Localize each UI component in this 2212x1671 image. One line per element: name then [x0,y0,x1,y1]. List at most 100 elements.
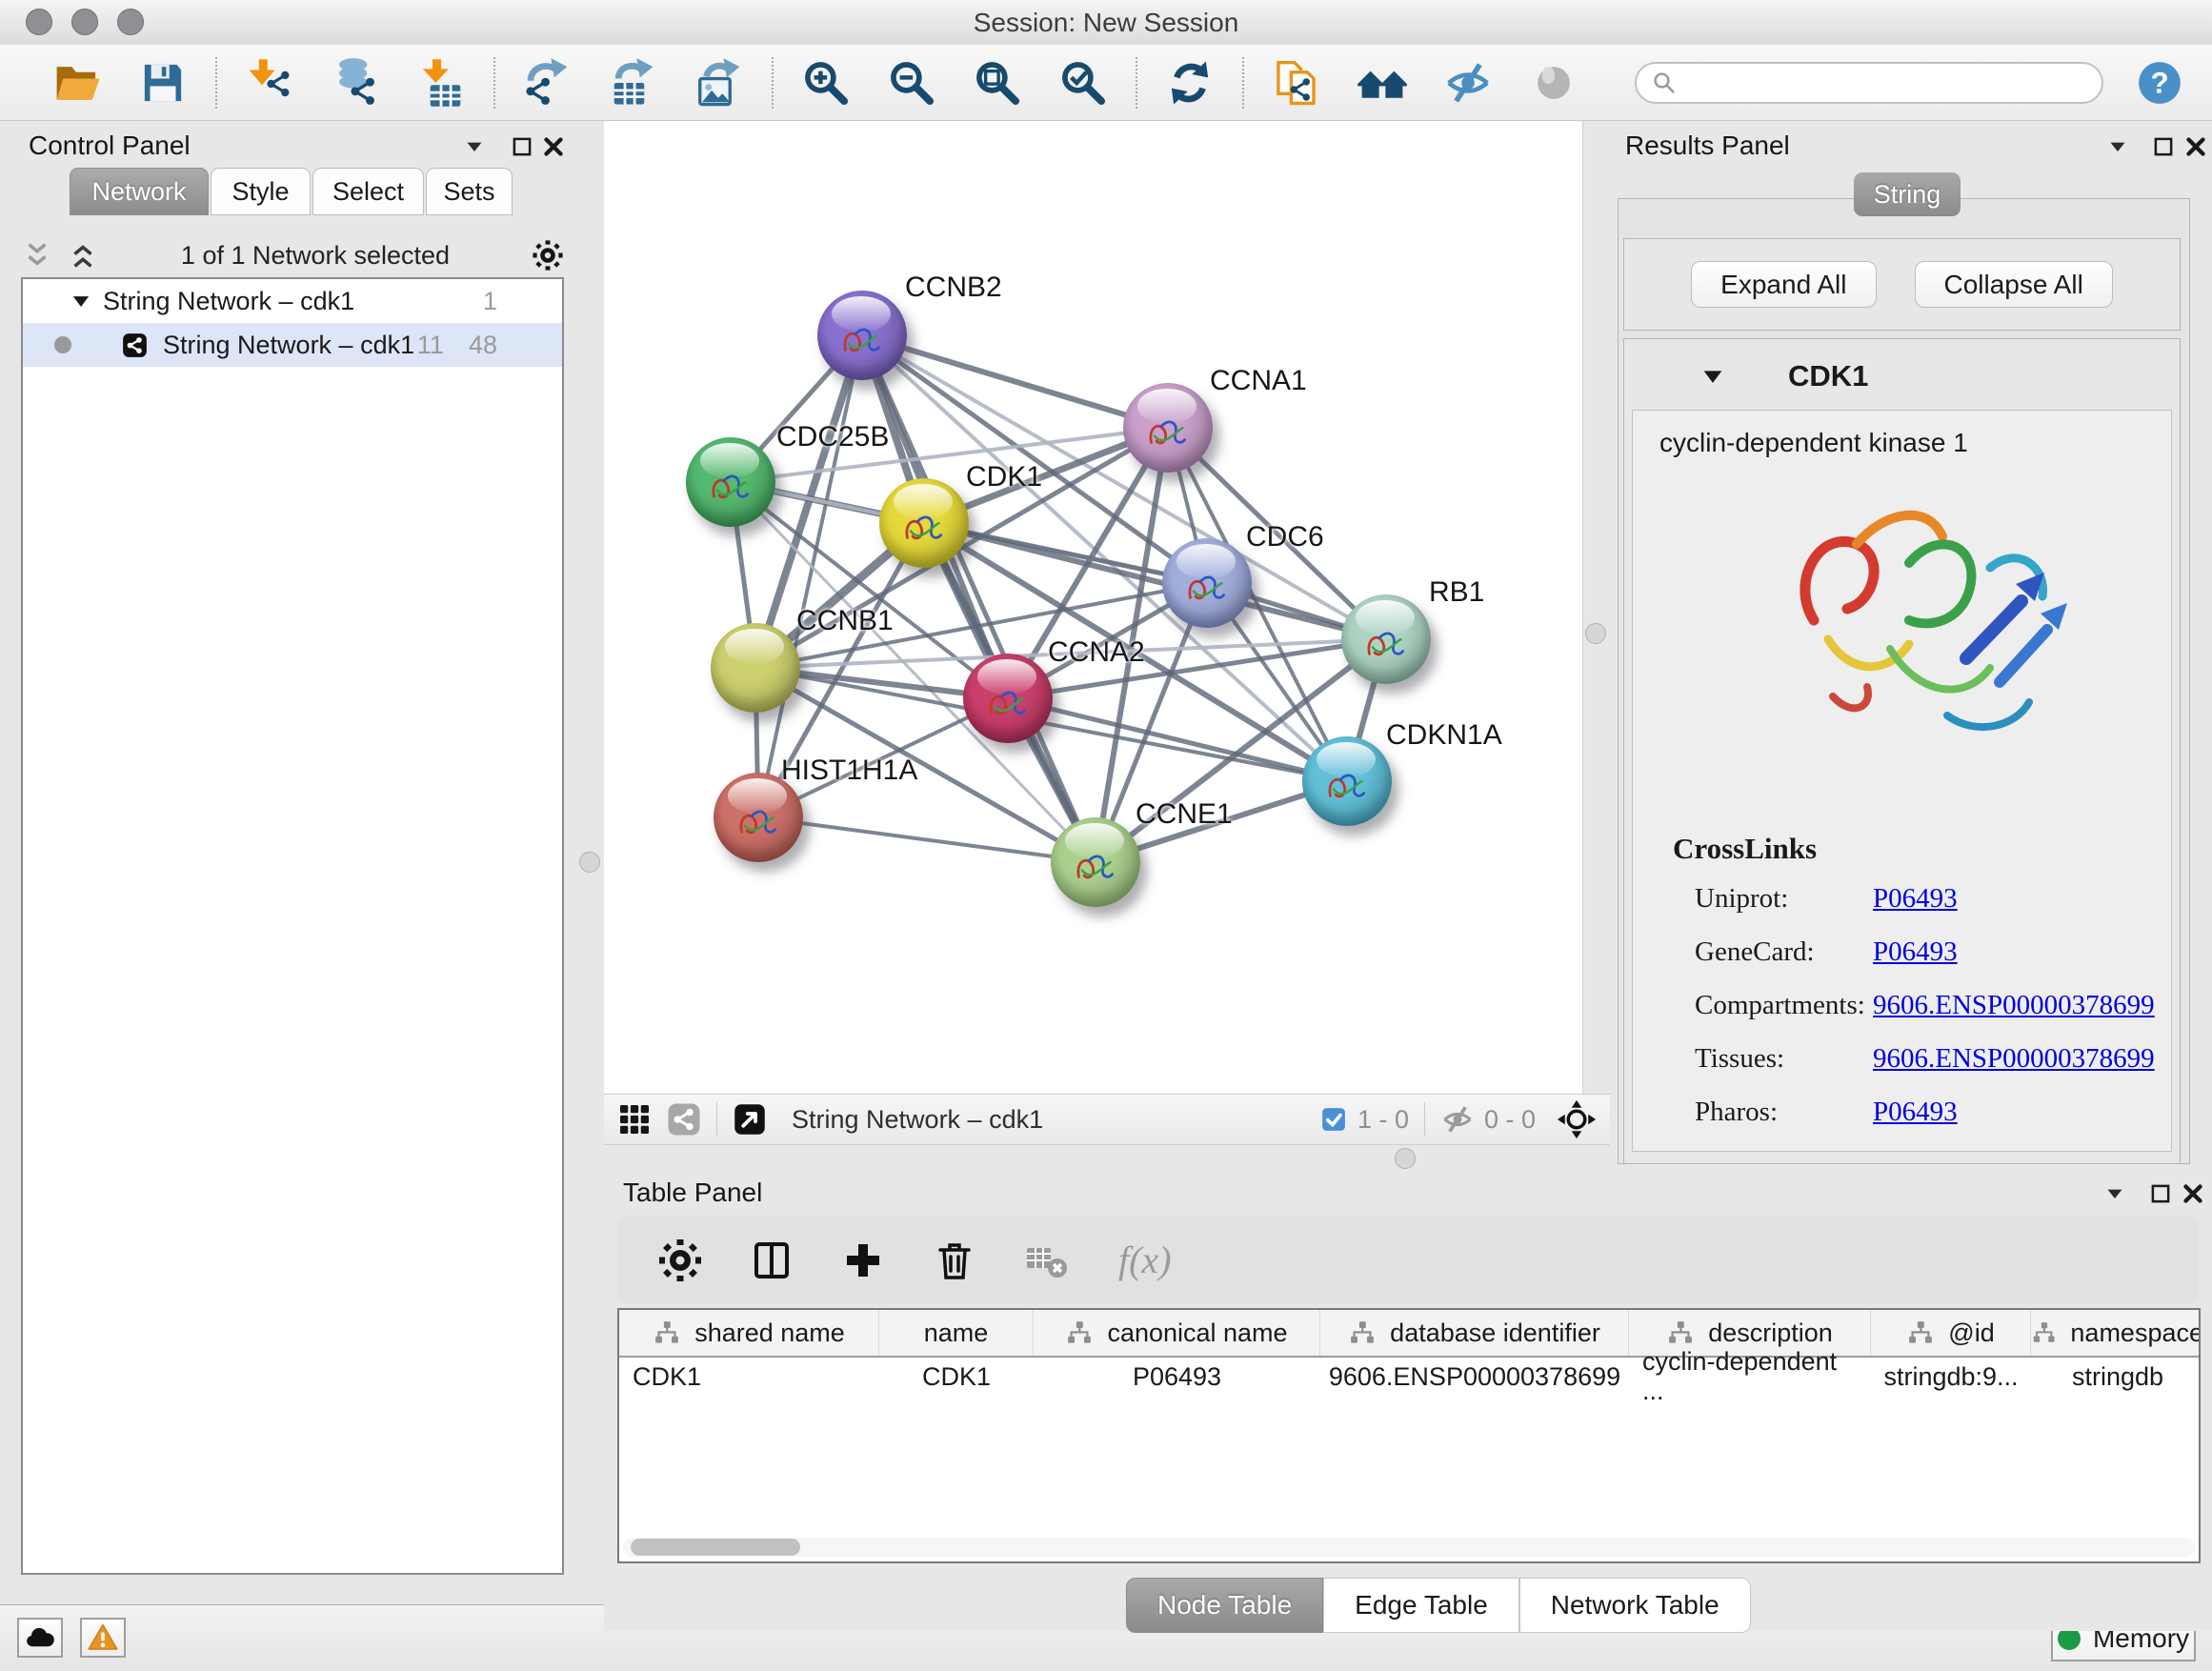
panel-float-icon[interactable] [2149,132,2178,161]
zoom-selected-button[interactable] [1056,55,1111,111]
warnings-button[interactable] [80,1618,126,1658]
fit-selected-crosshair-icon[interactable] [1557,1099,1597,1139]
node-label-cdc6: CDC6 [1246,521,1324,554]
tab-select[interactable]: Select [312,168,424,215]
cloud-button[interactable] [17,1618,63,1658]
hidden-eye-icon[interactable] [1440,1102,1475,1137]
clone-network-button[interactable] [1269,55,1324,111]
add-column-icon[interactable] [840,1238,886,1283]
column-header-shared-name[interactable]: shared name [619,1310,879,1356]
panel-close-icon[interactable] [2182,132,2210,161]
import-network-file-button[interactable] [242,55,297,111]
open-session-button[interactable] [50,55,105,111]
tab-network-table[interactable]: Network Table [1519,1578,1751,1633]
horizontal-splitter-handle[interactable] [1395,1148,1416,1169]
hide-panels-button[interactable] [1440,55,1496,111]
zoom-in-button[interactable] [798,55,854,111]
crosslink-link[interactable]: P06493 [1873,936,1958,968]
scrollbar-thumb[interactable] [631,1539,800,1556]
tab-network[interactable]: Network [70,168,209,215]
gene-entry-header[interactable]: CDK1 [1624,354,2180,398]
tab-edge-table[interactable]: Edge Table [1323,1578,1519,1633]
node-table: shared namenamecanonical namedatabase id… [617,1308,2201,1563]
export-image-button[interactable] [692,55,747,111]
column-header--id[interactable]: @id [1871,1310,2031,1356]
delete-table-icon[interactable] [1023,1238,1069,1283]
network-node-ccne1[interactable] [1051,817,1140,907]
function-builder-icon[interactable]: f(x) [1115,1238,1195,1283]
panel-close-icon[interactable] [539,132,568,161]
crosslink-link[interactable]: P06493 [1873,1097,1958,1128]
search-input[interactable] [1688,67,2088,98]
vertical-splitter-handle[interactable] [579,852,600,873]
network-view-icon[interactable] [667,1102,701,1137]
column-header-name[interactable]: name [879,1310,1034,1356]
network-node-ccnb2[interactable] [817,291,907,380]
help-icon: ? [2136,59,2183,107]
show-columns-icon[interactable] [749,1238,794,1283]
import-table-button[interactable] [413,55,469,111]
tab-string[interactable]: String [1854,172,1961,216]
show-panels-button[interactable] [1526,55,1581,111]
tree-expand-icon[interactable] [69,289,93,313]
help-button[interactable]: ? [2136,59,2183,107]
expand-all-networks-icon[interactable] [67,239,99,272]
network-view-canvas[interactable]: CCNB2 CCNA1 CDC25B CDK1 CDC6 RB1CCNB1 CC… [604,121,1582,1094]
table-row[interactable]: CDK1CDK1P064939606.ENSP00000378699cyclin… [619,1358,2199,1396]
network-node-cdc6[interactable] [1162,538,1252,628]
selected-checkbox-icon[interactable] [1319,1105,1348,1134]
entry-expand-icon[interactable] [1699,362,1727,391]
node-label-ccnb2: CCNB2 [905,272,1002,304]
tab-sets[interactable]: Sets [426,168,513,215]
vertical-splitter-handle-right[interactable] [1585,623,1606,644]
expand-all-button[interactable]: Expand All [1691,261,1876,308]
network-node-ccnb1[interactable] [711,623,800,713]
network-node-rb1[interactable] [1341,594,1431,684]
birds-eye-view-icon[interactable] [733,1102,767,1137]
crosslink-link[interactable]: 9606.ENSP00000378699 [1873,1043,2155,1075]
apply-layout-button[interactable] [1162,55,1217,111]
network-node-cdc25b[interactable] [686,437,775,527]
network-node-ccna1[interactable] [1123,383,1213,473]
zoom-fit-content-button[interactable] [970,55,1025,111]
protein-structure-image [1776,477,2071,782]
network-row-selected[interactable]: String Network – cdk1 11 48 [23,323,562,367]
string-home-button[interactable] [1355,55,1410,111]
control-panel-title: Control Panel [29,131,191,161]
import-network-icon [244,57,295,109]
column-header-database-identifier[interactable]: database identifier [1320,1310,1629,1356]
network-node-cdkn1a[interactable] [1302,736,1392,826]
collapse-all-button[interactable]: Collapse All [1915,261,2113,308]
network-node-cdk1[interactable] [879,478,969,568]
node-label-rb1: RB1 [1429,576,1484,609]
grid-view-icon[interactable] [617,1102,652,1137]
crosslink-link[interactable]: 9606.ENSP00000378699 [1873,990,2155,1021]
tab-node-table[interactable]: Node Table [1126,1578,1323,1633]
network-collection-row[interactable]: String Network – cdk1 1 [23,279,562,323]
export-network-button[interactable] [520,55,575,111]
network-selection-row: 1 of 1 Network selected [21,234,564,276]
save-session-button[interactable] [135,55,191,111]
column-header-namespace[interactable]: namespace [2031,1310,2201,1356]
tab-style[interactable]: Style [211,168,311,215]
panel-menu-icon[interactable] [2103,132,2132,161]
protein-ribbon-glyph [1173,558,1240,617]
collapse-all-networks-icon[interactable] [21,239,53,272]
table-options-gear-icon[interactable] [657,1238,703,1283]
panel-float-icon[interactable] [2146,1179,2175,1208]
delete-column-icon[interactable] [932,1238,977,1283]
panel-menu-icon[interactable] [460,132,489,161]
network-tree: String Network – cdk1 1 String Network –… [21,277,564,1575]
export-table-button[interactable] [606,55,661,111]
network-node-ccna2[interactable] [963,654,1053,743]
panel-close-icon[interactable] [2179,1179,2207,1208]
network-options-gear-icon[interactable] [532,239,564,272]
panel-menu-icon[interactable] [2101,1179,2129,1208]
zoom-selected-icon [1057,57,1109,109]
search-box[interactable] [1635,62,2103,104]
crosslink-link[interactable]: P06493 [1873,883,1958,915]
column-header-canonical-name[interactable]: canonical name [1034,1310,1320,1356]
import-network-database-button[interactable] [328,55,383,111]
panel-float-icon[interactable] [508,132,536,161]
zoom-out-button[interactable] [884,55,939,111]
